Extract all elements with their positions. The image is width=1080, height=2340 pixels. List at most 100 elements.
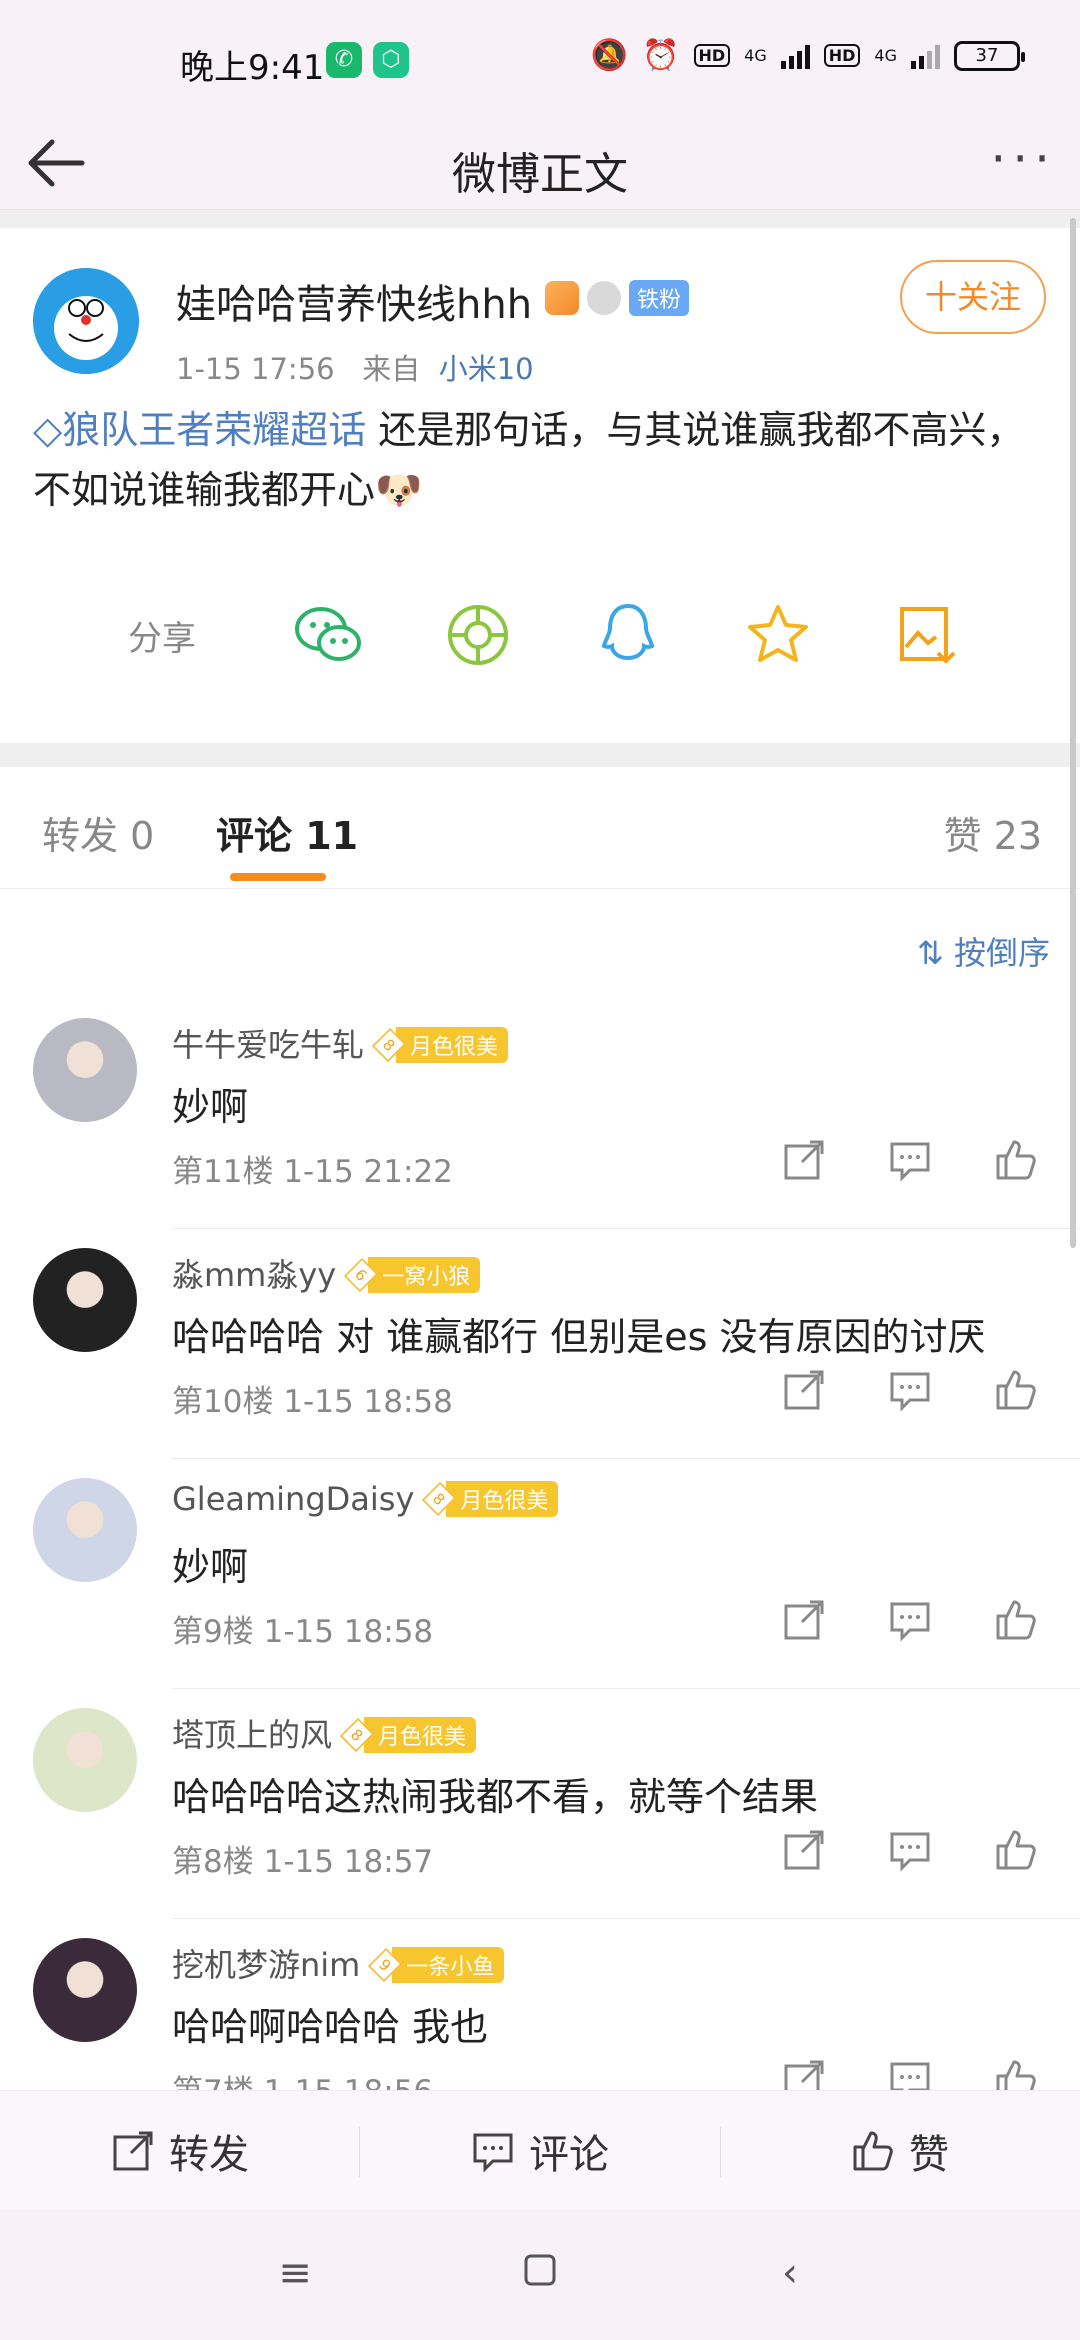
repost-label: 转发 <box>169 2132 249 2178</box>
comment-meta: 第10楼 1-15 18:58 <box>172 1376 453 1421</box>
nav-back-icon[interactable]: ‹ <box>760 2250 820 2300</box>
wechat-icon[interactable] <box>278 600 378 670</box>
post-meta: 1-15 17:56 来自 小米10 <box>176 346 534 388</box>
commenter-name-row: GleamingDaisy 8 月色很美 <box>172 1480 559 1518</box>
system-nav-bar: ≡ ‹ <box>0 2210 1080 2340</box>
topic-icon: ◇ <box>33 408 63 452</box>
post-time: 1-15 17:56 <box>176 352 335 386</box>
reply-icon[interactable] <box>888 1138 942 1192</box>
tab-like[interactable]: 赞 23 <box>944 805 1042 860</box>
repost-icon[interactable] <box>782 1368 836 1422</box>
commenter-avatar[interactable] <box>33 1478 137 1582</box>
tab-repost[interactable]: 转发 0 <box>42 805 154 860</box>
fan-level-badge: 6 一窝小狼 <box>344 1257 481 1293</box>
comment-item[interactable]: GleamingDaisy 8 月色很美 妙啊 第9楼 1-15 18:58 <box>0 1478 1080 1708</box>
commenter-avatar[interactable] <box>33 1248 137 1352</box>
tab-bar: 转发 0 评论 11 赞 23 <box>0 767 1080 889</box>
reply-icon[interactable] <box>888 1368 942 1422</box>
fan-level-badge: 8 月色很美 <box>422 1481 559 1517</box>
commenter-name-row: 塔顶上的风 8 月色很美 <box>172 1710 477 1756</box>
commenter-name[interactable]: 牛牛爱吃牛轧 <box>172 1026 364 1064</box>
menu-icon[interactable]: ≡ <box>265 2250 325 2300</box>
home-icon[interactable] <box>510 2250 570 2300</box>
post-card: 娃哈哈营养快线hhh 铁粉 1-15 17:56 来自 小米10 十关注 ◇狼队… <box>0 228 1080 743</box>
mute-icon: 🔕 <box>590 38 629 73</box>
qzone-icon[interactable] <box>728 600 828 670</box>
comment-time: 1-15 18:58 <box>263 1614 434 1650</box>
fan-badge: 铁粉 <box>629 280 690 316</box>
save-image-icon[interactable] <box>878 600 978 670</box>
comment-item[interactable]: 牛牛爱吃牛轧 8 月色很美 妙啊 第11楼 1-15 21:22 <box>0 1018 1080 1248</box>
alarm-icon: ⏰ <box>642 38 680 73</box>
commenter-name[interactable]: 塔顶上的风 <box>172 1716 332 1754</box>
comment-time: 1-15 18:57 <box>263 1844 434 1880</box>
sort-label: 按倒序 <box>953 934 1050 972</box>
qq-icon[interactable] <box>578 600 678 670</box>
more-options-icon[interactable]: ··· <box>990 130 1056 188</box>
commenter-name[interactable]: 淼mm淼yy <box>172 1256 336 1294</box>
share-row: 分享 <box>128 600 1028 670</box>
sort-icon: ⇅ <box>917 934 944 972</box>
hd-icon: HD <box>693 44 731 67</box>
post-source[interactable]: 小米10 <box>439 352 534 386</box>
page-title: 微博正文 <box>452 149 628 200</box>
commenter-name[interactable]: GleamingDaisy <box>172 1480 414 1518</box>
share-label: 分享 <box>128 618 196 659</box>
thumbs-up-icon <box>853 2131 893 2171</box>
like-button[interactable]: 赞 <box>720 2091 1080 2211</box>
thumbs-up-icon[interactable] <box>994 1598 1048 1652</box>
signal-icon <box>780 43 810 69</box>
post-body: ◇狼队王者荣耀超话 还是那句话，与其说谁赢我都不高兴，不如说谁输我都开心🐶 <box>33 400 1043 520</box>
security-app-icon: ⬡ <box>373 42 409 78</box>
repost-icon[interactable] <box>782 1828 836 1882</box>
fan-level-badge: 8 月色很美 <box>372 1027 509 1063</box>
hd-icon-2: HD <box>823 44 861 67</box>
author-avatar[interactable] <box>33 268 139 374</box>
divider <box>0 210 1080 228</box>
comment-text: 哈哈哈哈 对 谁赢都行 但别是es 没有原因的讨厌 <box>172 1315 986 1359</box>
repost-icon[interactable] <box>782 1138 836 1192</box>
repost-icon[interactable] <box>782 1598 836 1652</box>
commenter-name[interactable]: 挖机梦游nim <box>172 1946 360 1984</box>
phone-icon: ✆ <box>326 42 362 78</box>
comment-floor: 第10楼 <box>172 1384 274 1420</box>
follow-button[interactable]: 十关注 <box>900 260 1046 334</box>
status-bar: 晚上9:41 ✆ ⬡ 🔕 ⏰ HD 4G HD 4G 37 <box>0 0 1080 120</box>
sort-button[interactable]: ⇅ 按倒序 <box>917 928 1050 974</box>
battery-icon: 37 <box>954 40 1025 71</box>
comment-meta: 第8楼 1-15 18:57 <box>172 1836 433 1881</box>
comment-text: 妙啊 <box>172 1085 249 1129</box>
thumbs-up-icon[interactable] <box>994 1828 1048 1882</box>
thumbs-up-icon[interactable] <box>994 1368 1048 1422</box>
comment-time: 1-15 18:58 <box>283 1384 453 1420</box>
repost-button[interactable]: 转发 <box>0 2091 360 2211</box>
tab-comment[interactable]: 评论 11 <box>216 805 358 860</box>
reply-icon[interactable] <box>888 1598 942 1652</box>
comment-time: 1-15 21:22 <box>283 1154 453 1190</box>
signal-icon-2 <box>911 43 940 69</box>
network-label: 4G <box>744 45 767 65</box>
comment-item[interactable]: 塔顶上的风 8 月色很美 哈哈哈哈这热闹我都不看，就等个结果 第8楼 1-15 18… <box>0 1708 1080 1938</box>
moments-icon[interactable] <box>428 600 528 670</box>
comment-item[interactable]: 淼mm淼yy 6 一窝小狼 哈哈哈哈 对 谁赢都行 但别是es 没有原因的讨厌 第1… <box>0 1248 1080 1478</box>
topic-link[interactable]: ◇狼队王者荣耀超话 <box>33 408 366 452</box>
comment-divider <box>172 1688 1080 1689</box>
thumbs-up-icon[interactable] <box>994 1138 1048 1192</box>
author-name[interactable]: 娃哈哈营养快线hhh <box>176 272 532 330</box>
comment-button[interactable]: 评论 <box>360 2091 720 2211</box>
fan-level-badge: 8 月色很美 <box>340 1717 477 1753</box>
comment-floor: 第9楼 <box>172 1614 254 1650</box>
from-label: 来自 <box>362 352 421 386</box>
commenter-name-row: 淼mm淼yy 6 一窝小狼 <box>172 1250 481 1296</box>
commenter-avatar[interactable] <box>33 1018 137 1122</box>
reply-icon[interactable] <box>888 1828 942 1882</box>
bottom-action-bar: 转发 评论 赞 <box>0 2090 1080 2210</box>
comment-floor: 第8楼 <box>172 1844 254 1880</box>
repost-icon <box>113 2131 153 2171</box>
commenter-avatar[interactable] <box>33 1708 137 1812</box>
divider <box>0 743 1080 767</box>
commenter-avatar[interactable] <box>33 1938 137 2042</box>
fan-level-title: 月色很美 <box>396 1027 509 1063</box>
topic-name: 狼队王者荣耀超话 <box>62 408 367 452</box>
scrollbar[interactable] <box>1070 218 1076 1248</box>
